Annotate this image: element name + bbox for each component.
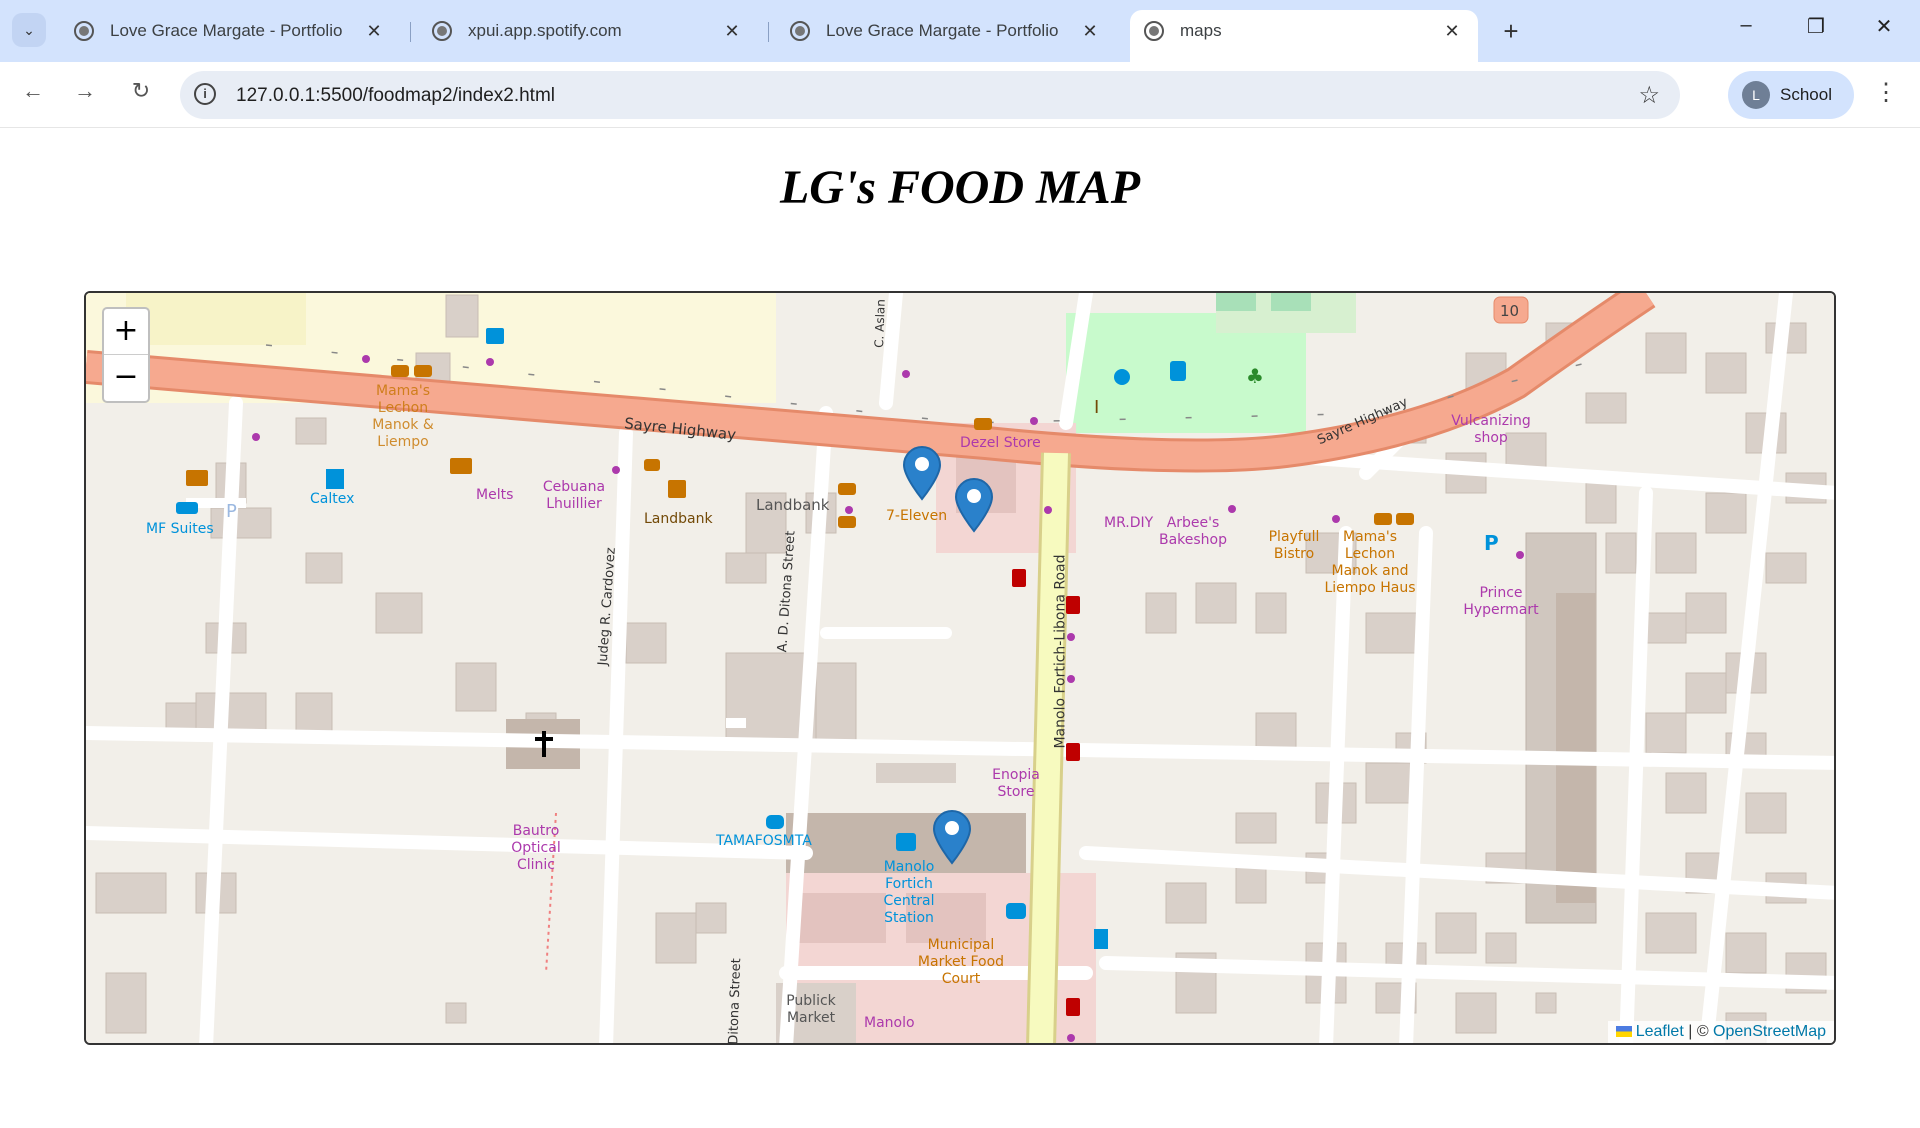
- tab-strip: ⌄ Love Grace Margate - Portfolio ✕ xpui.…: [0, 0, 1920, 62]
- place-label: Mama's Lechon Manok and Liempo Haus: [1324, 529, 1416, 596]
- reload-icon: ↻: [131, 78, 151, 103]
- globe-icon: [74, 21, 94, 41]
- globe-icon: [432, 21, 452, 41]
- place-label: Landbank: [644, 511, 713, 527]
- arrow-left-icon: ←: [22, 78, 44, 103]
- forward-button[interactable]: →: [68, 78, 102, 104]
- tab-close-button[interactable]: ✕: [720, 21, 744, 42]
- tab-spotify[interactable]: xpui.app.spotify.com ✕: [418, 10, 758, 52]
- chevron-down-icon: ⌄: [23, 21, 35, 38]
- more-menu-icon[interactable]: ⋮: [1874, 78, 1898, 107]
- tab-title: Love Grace Margate - Portfolio: [826, 21, 1059, 40]
- place-label: Bautro Optical Clinic: [511, 823, 561, 873]
- svg-text:10: 10: [1500, 302, 1519, 320]
- tab-close-button[interactable]: ✕: [1440, 21, 1464, 42]
- place-label: Playfull Bistro: [1268, 529, 1320, 562]
- avatar: L: [1742, 81, 1770, 109]
- profile-button[interactable]: L School: [1728, 71, 1854, 119]
- bookmark-star-icon[interactable]: ☆: [1638, 81, 1660, 110]
- ukraine-flag-icon: [1615, 1026, 1632, 1037]
- reload-button[interactable]: ↻: [124, 78, 158, 104]
- place-label: Arbee's Bakeshop: [1158, 515, 1228, 548]
- map-tiles: P P ♣ I 10: [86, 293, 1834, 1043]
- tab-title: xpui.app.spotify.com: [468, 21, 622, 40]
- tab-separator: [768, 22, 769, 42]
- map-marker-icon[interactable]: [954, 477, 994, 533]
- tab-search-button[interactable]: ⌄: [12, 13, 46, 47]
- place-label: Mama's Lechon Manok & Liempo: [372, 383, 434, 450]
- place-label: 7-Eleven: [886, 508, 948, 524]
- tab-portfolio-2[interactable]: Love Grace Margate - Portfolio ✕: [776, 10, 1116, 52]
- place-label: Cebuana Lhuillier: [542, 479, 606, 512]
- profile-name: School: [1780, 85, 1832, 104]
- globe-icon: [790, 21, 810, 41]
- road-label: Manolo Fortich-Libona Road: [1052, 554, 1069, 749]
- place-label: Landbank: [756, 496, 830, 514]
- place-label: Municipal Market Food Court: [917, 937, 1005, 987]
- back-button[interactable]: ←: [16, 78, 50, 104]
- tab-separator: [410, 22, 411, 42]
- new-tab-button[interactable]: +: [1496, 16, 1526, 47]
- tab-close-button[interactable]: ✕: [1078, 21, 1102, 42]
- place-label: Manolo Fortich Central Station: [883, 859, 935, 926]
- restore-button[interactable]: ❐: [1796, 14, 1836, 39]
- place-label: Caltex: [310, 491, 355, 507]
- place-label: Melts: [476, 487, 514, 503]
- address-bar[interactable]: i 127.0.0.1:5500/foodmap2/index2.html ☆: [180, 71, 1680, 119]
- svg-text:♣: ♣: [1246, 364, 1264, 388]
- road-label: C. Aslan: [872, 298, 888, 349]
- tab-title: Love Grace Margate - Portfolio: [110, 21, 343, 40]
- place-label: Publick Market: [786, 993, 836, 1026]
- svg-text:P: P: [1484, 531, 1499, 555]
- place-label: MR.DIY: [1104, 515, 1154, 531]
- place-label: Vulcanizing shop: [1451, 413, 1531, 446]
- tab-portfolio-1[interactable]: Love Grace Margate - Portfolio ✕: [60, 10, 400, 52]
- map-marker-icon[interactable]: [932, 809, 972, 865]
- svg-text:I: I: [1094, 397, 1099, 418]
- window-close-button[interactable]: ✕: [1864, 14, 1904, 39]
- globe-icon: [1144, 21, 1164, 41]
- zoom-control: + −: [102, 307, 150, 403]
- place-label: Prince Hypermart: [1463, 585, 1539, 618]
- road-shield-label: 10: [1494, 301, 1495, 318]
- tab-close-button[interactable]: ✕: [362, 21, 386, 42]
- road-label: Ditona Street: [726, 958, 745, 1045]
- tab-maps[interactable]: maps ✕: [1130, 10, 1478, 62]
- site-info-icon[interactable]: i: [194, 83, 216, 105]
- arrow-right-icon: →: [74, 78, 96, 103]
- page-title: LG's FOOD MAP: [779, 161, 1141, 214]
- browser-toolbar: ← → ↻ i 127.0.0.1:5500/foodmap2/index2.h…: [0, 62, 1920, 128]
- url-text[interactable]: 127.0.0.1:5500/foodmap2/index2.html: [236, 85, 555, 107]
- place-label: Manolo: [864, 1015, 915, 1031]
- place-label: MF Suites: [146, 521, 214, 537]
- place-label: Enopia Store: [992, 767, 1040, 800]
- osm-link[interactable]: OpenStreetMap: [1713, 1023, 1826, 1040]
- map-container[interactable]: P P ♣ I 10 + − Sayre Highway Sayre Highw…: [84, 291, 1836, 1045]
- leaflet-link[interactable]: Leaflet: [1636, 1023, 1684, 1040]
- attribution-separator: | ©: [1683, 1023, 1714, 1040]
- place-label: Dezel Store: [960, 435, 1041, 451]
- minimize-button[interactable]: –: [1726, 14, 1766, 37]
- zoom-out-button[interactable]: −: [104, 355, 148, 401]
- place-label: TAMAFOSMTA: [716, 833, 812, 849]
- tab-title: maps: [1180, 21, 1222, 40]
- map-marker-icon[interactable]: [902, 445, 942, 501]
- zoom-in-button[interactable]: +: [104, 309, 148, 355]
- svg-text:P: P: [226, 501, 237, 522]
- map-attribution: Leaflet | © OpenStreetMap: [1607, 1021, 1834, 1043]
